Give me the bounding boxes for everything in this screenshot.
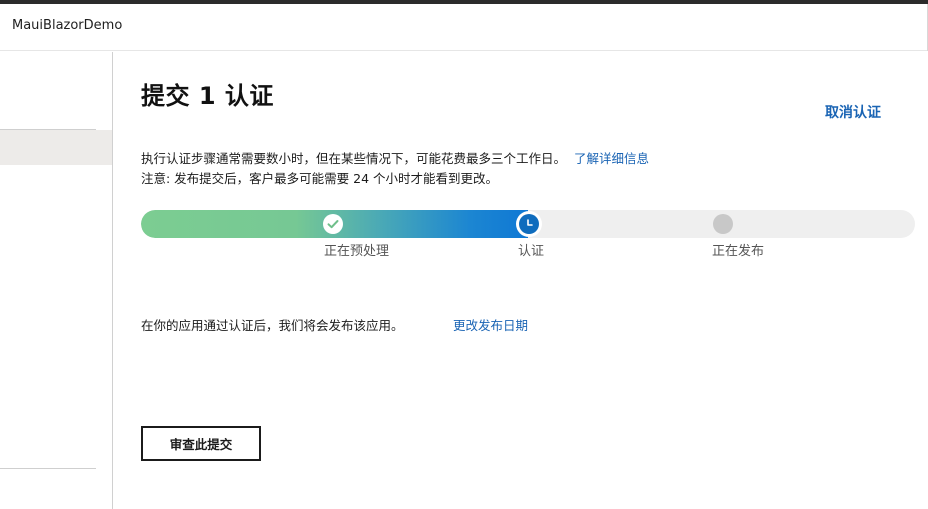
title-bar: MauiBlazorDemo xyxy=(0,4,928,51)
step-publishing-marker xyxy=(713,214,733,234)
cancel-certification-link[interactable]: 取消认证 xyxy=(825,102,881,122)
sidebar-item-selected[interactable] xyxy=(0,130,112,165)
certification-progress-bar xyxy=(141,210,915,238)
description-line-1: 执行认证步骤通常需要数小时，但在某些情况下，可能花费最多三个工作日。 了解详细信息 xyxy=(141,149,649,169)
step-certification-marker xyxy=(516,211,542,237)
review-submission-button[interactable]: 审查此提交 xyxy=(141,426,261,461)
step-preprocessing-marker xyxy=(323,214,343,234)
app-title: MauiBlazorDemo xyxy=(12,18,123,33)
change-publish-date-link[interactable]: 更改发布日期 xyxy=(453,315,528,334)
learn-more-link[interactable]: 了解详细信息 xyxy=(574,151,649,166)
main-content: 提交 1 认证 取消认证 执行认证步骤通常需要数小时，但在某些情况下，可能花费最… xyxy=(113,52,928,509)
certification-description: 执行认证步骤通常需要数小时，但在某些情况下，可能花费最多三个工作日。 了解详细信息… xyxy=(141,149,649,189)
description-text: 执行认证步骤通常需要数小时，但在某些情况下，可能花费最多三个工作日。 xyxy=(141,151,567,166)
check-icon xyxy=(327,220,339,229)
page-title: 提交 1 认证 xyxy=(141,82,274,110)
sidebar xyxy=(0,52,113,509)
clock-icon xyxy=(527,219,533,226)
publish-note: 在你的应用通过认证后，我们将会发布该应用。 xyxy=(141,318,404,333)
step-label-certification: 认证 xyxy=(518,244,545,259)
description-line-2: 注意: 发布提交后，客户最多可能需要 24 个小时才能看到更改。 xyxy=(141,171,499,186)
sidebar-divider-bottom xyxy=(0,468,96,469)
step-label-preprocessing: 正在预处理 xyxy=(324,244,390,259)
step-label-publishing: 正在发布 xyxy=(712,244,765,259)
